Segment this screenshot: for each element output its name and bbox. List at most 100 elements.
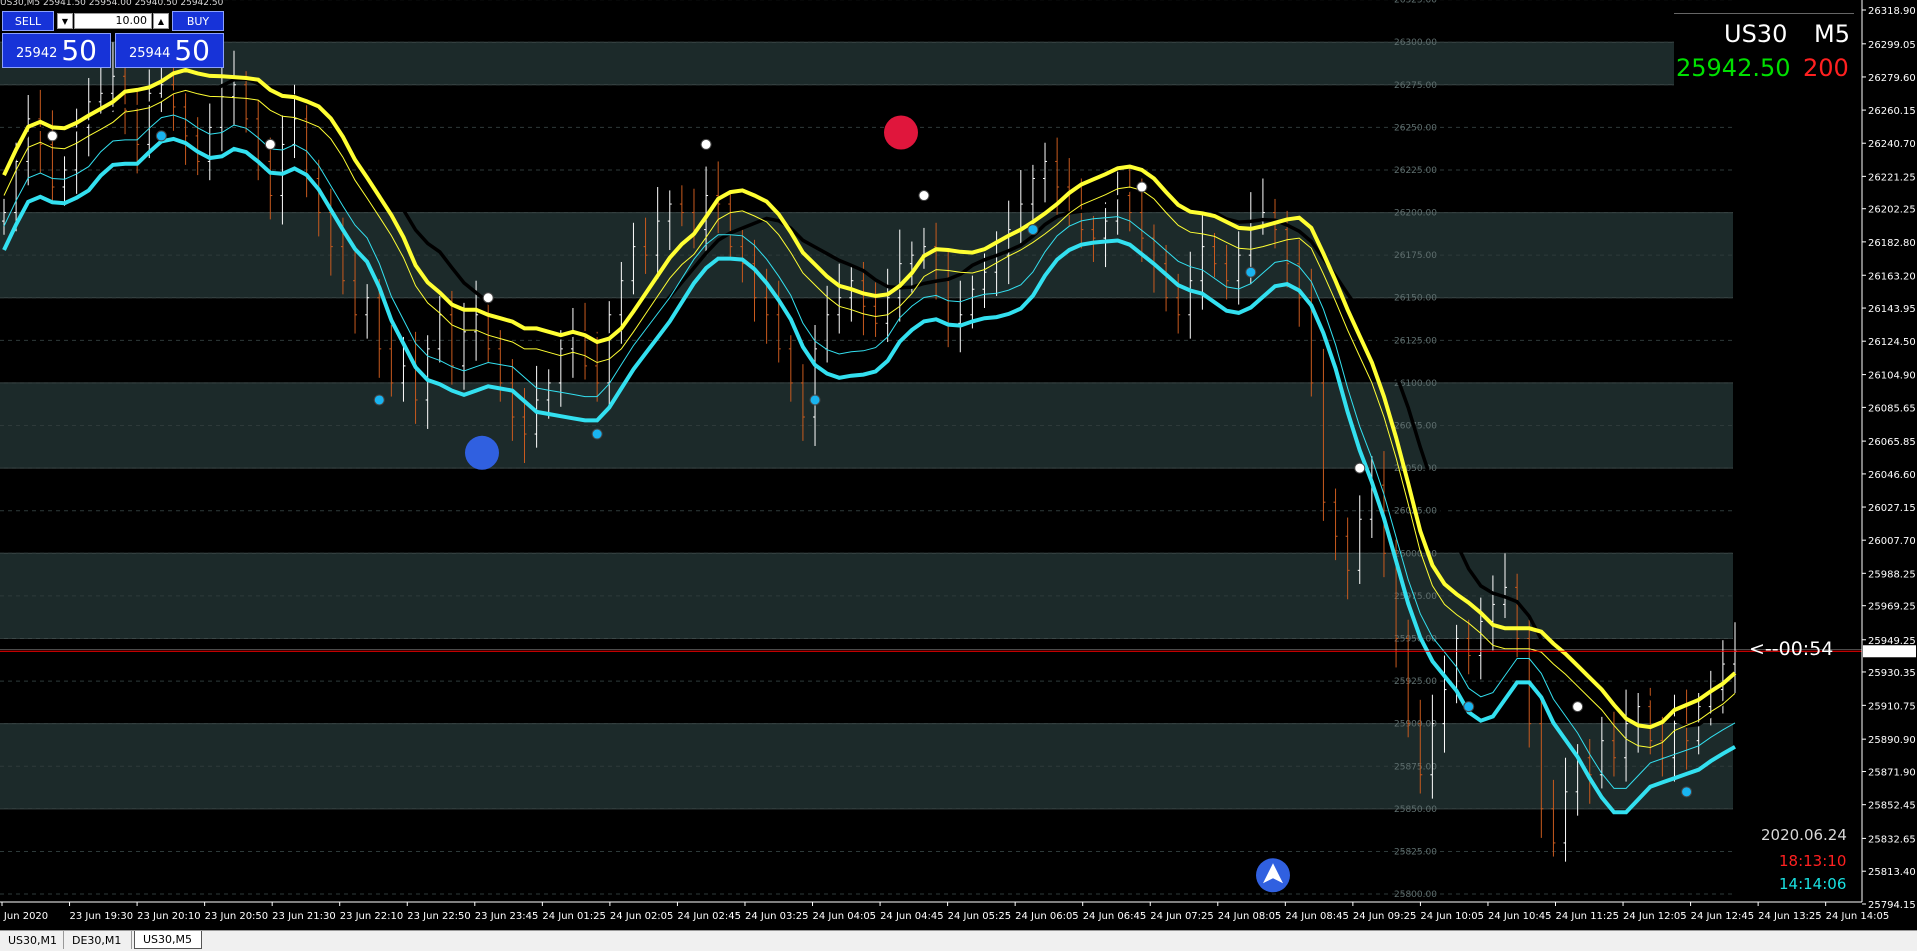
current-price-tag-label: 25942.50 bbox=[1865, 647, 1913, 658]
y-tick-label: 25988.25 bbox=[1868, 569, 1916, 580]
buy-price-pips: 50 bbox=[174, 34, 210, 67]
server-time: 18:13:10 bbox=[1779, 852, 1847, 870]
pivot-marker-icon bbox=[1136, 181, 1148, 193]
x-tick-label: 24 Jun 06:45 bbox=[1083, 911, 1147, 922]
buy-button[interactable]: BUY bbox=[172, 11, 224, 31]
sell-price-pips: 50 bbox=[61, 34, 97, 67]
y-tick-label: 26221.25 bbox=[1868, 172, 1916, 183]
mid-price-label: 26225.00 bbox=[1394, 166, 1437, 176]
x-tick-label: 23 Jun 22:50 bbox=[407, 911, 471, 922]
pivot-marker-icon bbox=[918, 190, 930, 202]
lot-increase-icon[interactable]: ▲ bbox=[153, 13, 169, 29]
local-time: 14:14:06 bbox=[1779, 875, 1847, 893]
y-tick-label: 26027.15 bbox=[1868, 503, 1916, 514]
x-tick-label: 24 Jun 13:25 bbox=[1758, 911, 1822, 922]
y-tick-label: 25832.65 bbox=[1868, 834, 1916, 845]
x-tick-label: 24 Jun 01:25 bbox=[542, 911, 606, 922]
x-tick-label: 24 Jun 09:25 bbox=[1353, 911, 1417, 922]
y-tick-label: 26065.85 bbox=[1868, 437, 1916, 448]
x-tick-label: 23 Jun 22:10 bbox=[340, 911, 404, 922]
buy-price-button[interactable]: 25944 50 bbox=[115, 33, 224, 68]
zone-band bbox=[0, 42, 1733, 85]
x-tick-label: 23 Jun 2020 bbox=[0, 911, 48, 922]
pivot-marker-icon bbox=[1681, 786, 1693, 798]
candle-countdown: <--00:54 bbox=[1749, 638, 1834, 660]
y-tick-label: 26279.60 bbox=[1868, 73, 1916, 84]
y-tick-label: 26163.20 bbox=[1868, 271, 1916, 282]
y-tick-label: 25813.40 bbox=[1868, 867, 1916, 878]
mid-price-label: 25825.00 bbox=[1394, 847, 1437, 857]
mid-price-label: 25850.00 bbox=[1394, 805, 1437, 815]
y-tick-label: 25969.25 bbox=[1868, 602, 1916, 613]
x-tick-label: 24 Jun 10:45 bbox=[1488, 911, 1552, 922]
tab-us30-m5[interactable]: US30,M5 bbox=[134, 931, 202, 949]
pivot-marker-icon bbox=[264, 138, 276, 150]
sell-button[interactable]: SELL bbox=[2, 11, 54, 31]
chart-area[interactable]: 26325.00 26300.00 26275.00 26250.00 26225.00… bbox=[0, 0, 1917, 930]
x-tick-label: 24 Jun 08:05 bbox=[1218, 911, 1282, 922]
price-chart[interactable]: 26325.00 26300.00 26275.00 26250.00 26225.00… bbox=[0, 0, 1917, 930]
x-tick-label: 23 Jun 20:50 bbox=[205, 911, 269, 922]
mid-price-label: 26275.00 bbox=[1394, 81, 1437, 91]
pivot-marker-icon bbox=[591, 428, 603, 440]
y-tick-label: 26240.70 bbox=[1868, 139, 1916, 150]
mid-price-label: 26300.00 bbox=[1394, 38, 1437, 48]
one-click-trading-panel: SELL ▼ 10.00 ▲ BUY 25942 50 25944 50 bbox=[2, 11, 224, 68]
pivot-marker-icon bbox=[1354, 462, 1366, 474]
bid-price: 25942.50 bbox=[1676, 54, 1791, 82]
x-tick-label: 24 Jun 14:05 bbox=[1826, 911, 1890, 922]
x-tick-label: 24 Jun 12:05 bbox=[1623, 911, 1687, 922]
buy-signal-icon bbox=[465, 435, 499, 470]
lot-decrease-icon[interactable]: ▼ bbox=[57, 13, 73, 29]
pivot-marker-icon bbox=[1245, 266, 1257, 278]
x-tick-label: 23 Jun 21:30 bbox=[272, 911, 336, 922]
spread-value: 200 bbox=[1803, 54, 1849, 82]
x-tick-label: 24 Jun 05:25 bbox=[948, 911, 1012, 922]
mid-price-label: 26250.00 bbox=[1394, 123, 1437, 133]
chart-status-line: US30,M5 25941.50 25954.00 25940.50 25942… bbox=[0, 0, 224, 8]
sell-price-main: 25942 bbox=[16, 46, 58, 61]
y-tick-label: 25949.25 bbox=[1868, 636, 1916, 647]
y-tick-label: 25930.35 bbox=[1868, 668, 1916, 679]
mid-price-label: 26175.00 bbox=[1394, 251, 1437, 261]
x-tick-label: 24 Jun 02:45 bbox=[677, 911, 741, 922]
mid-price-label: 25900.00 bbox=[1394, 720, 1437, 730]
pivot-marker-icon bbox=[373, 394, 385, 406]
mid-price-label: 25950.00 bbox=[1394, 634, 1437, 644]
x-tick-label: 24 Jun 10:05 bbox=[1420, 911, 1484, 922]
timeframe-label: M5 bbox=[1814, 20, 1850, 48]
x-tick-label: 23 Jun 20:10 bbox=[137, 911, 201, 922]
current-date: 2020.06.24 bbox=[1761, 826, 1847, 844]
y-tick-label: 25852.45 bbox=[1868, 801, 1916, 812]
y-tick-label: 25871.90 bbox=[1868, 768, 1916, 779]
mid-price-label: 26150.00 bbox=[1394, 294, 1437, 304]
lot-size-input[interactable]: 10.00 bbox=[74, 13, 152, 29]
y-tick-label: 26085.65 bbox=[1868, 403, 1916, 414]
y-tick-label: 26318.90 bbox=[1868, 6, 1916, 17]
sell-price-button[interactable]: 25942 50 bbox=[2, 33, 111, 68]
pivot-marker-icon bbox=[1572, 701, 1584, 713]
mid-price-label: 25925.00 bbox=[1394, 677, 1437, 687]
x-tick-label: 24 Jun 08:45 bbox=[1285, 911, 1349, 922]
pivot-marker-icon bbox=[1463, 701, 1475, 713]
x-tick-label: 23 Jun 23:45 bbox=[475, 911, 539, 922]
x-tick-label: 24 Jun 04:45 bbox=[880, 911, 944, 922]
pivot-marker-icon bbox=[155, 130, 167, 142]
tab-de30-m1[interactable]: DE30,M1 bbox=[64, 931, 132, 949]
pivot-marker-icon bbox=[1027, 224, 1039, 236]
x-tick-label: 24 Jun 03:25 bbox=[745, 911, 809, 922]
x-tick-label: 24 Jun 11:25 bbox=[1555, 911, 1619, 922]
symbol-name: US30 bbox=[1724, 20, 1788, 48]
x-tick-label: 24 Jun 02:05 bbox=[610, 911, 674, 922]
x-tick-label: 24 Jun 07:25 bbox=[1150, 911, 1214, 922]
mid-price-label: 25800.00 bbox=[1394, 890, 1437, 900]
pivot-marker-icon bbox=[700, 138, 712, 150]
y-tick-label: 26007.70 bbox=[1868, 536, 1916, 547]
y-tick-label: 26046.60 bbox=[1868, 470, 1916, 481]
y-tick-label: 25794.15 bbox=[1868, 900, 1916, 911]
y-tick-label: 25910.75 bbox=[1868, 701, 1916, 712]
buy-price-main: 25944 bbox=[129, 46, 171, 61]
sell-signal-icon bbox=[884, 115, 918, 150]
tab-us30-m1[interactable]: US30,M1 bbox=[0, 931, 64, 949]
y-tick-label: 26299.05 bbox=[1868, 40, 1916, 51]
